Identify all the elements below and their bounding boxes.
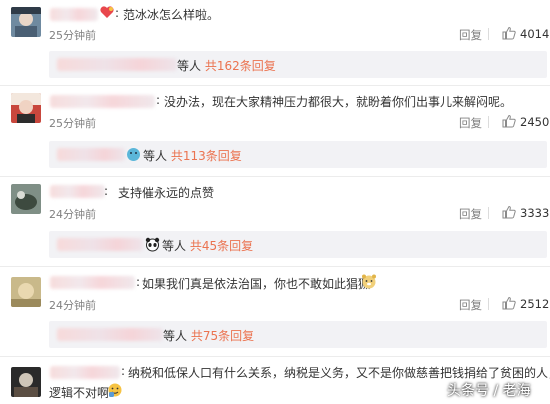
face-emoji-icon — [126, 147, 141, 165]
divider — [488, 298, 489, 310]
colon-separator: : — [104, 184, 109, 198]
comment-text: 如果我们真是依法治国，你也不敢如此猖獗 — [142, 277, 371, 291]
divider — [488, 28, 489, 40]
thumbs-up-icon[interactable] — [502, 26, 516, 40]
reply-suffix: 等人 — [143, 149, 168, 163]
like-count: 2450 — [520, 115, 550, 129]
avatar[interactable] — [11, 184, 41, 214]
like-count: 4014 — [520, 27, 550, 41]
reply-usernames-blurred — [57, 238, 143, 251]
comment-text: 纳税和低保人口有什么关系，纳税是义务，又不是你做慈善把钱捐给了贫困的人， — [128, 366, 550, 380]
comment-text-continued: 逻辑不对啊 — [49, 386, 110, 400]
heart-emoji-icon — [99, 5, 115, 22]
watermark: 头条号 / 老海 — [447, 383, 531, 399]
reply-summary-text: 等人 共113条回复 — [143, 147, 242, 164]
comment-divider — [0, 176, 550, 177]
reply-usernames-blurred — [57, 328, 163, 341]
like-count: 3333 — [520, 206, 550, 220]
view-replies-link[interactable]: 共113条回复 — [171, 149, 242, 163]
reply-summary[interactable]: 等人 共162条回复 — [49, 51, 547, 78]
thumbs-up-icon[interactable] — [502, 205, 516, 219]
username-blurred — [50, 8, 98, 21]
divider — [488, 207, 489, 219]
reply-summary-text: 等人 共75条回复 — [163, 327, 254, 344]
colon-separator: : — [156, 93, 161, 107]
reply-summary[interactable]: 等人 共113条回复 — [49, 141, 547, 168]
reply-button[interactable]: 回复 — [459, 27, 482, 43]
view-replies-link[interactable]: 共45条回复 — [190, 239, 253, 253]
comment-text: 支持催永远的点赞 — [118, 186, 215, 200]
avatar[interactable] — [11, 277, 41, 307]
face-emoji-icon — [107, 382, 123, 401]
reply-usernames-blurred — [57, 58, 177, 71]
reply-usernames-blurred — [57, 148, 125, 161]
divider — [488, 116, 489, 128]
reply-summary[interactable]: 等人 共45条回复 — [49, 231, 547, 258]
view-replies-link[interactable]: 共162条回复 — [205, 59, 276, 73]
username-blurred — [50, 276, 135, 289]
like-count: 2512 — [520, 297, 550, 311]
panda-emoji-icon — [145, 237, 160, 255]
thumbs-up-icon[interactable] — [502, 114, 516, 128]
username-blurred — [50, 366, 120, 379]
reply-summary[interactable]: 等人 共75条回复 — [49, 321, 547, 348]
comment-time: 24分钟前 — [49, 299, 96, 312]
comment-text: 范冰冰怎么样啦。 — [123, 8, 220, 22]
avatar[interactable] — [11, 367, 41, 397]
comment-divider — [0, 266, 550, 267]
comment-text: 没办法，现在大家精神压力都很大，就盼着你们出事儿来解闷呢。 — [164, 95, 513, 109]
username-blurred — [50, 185, 105, 198]
reply-suffix: 等人 — [162, 239, 187, 253]
view-replies-link[interactable]: 共75条回复 — [191, 329, 254, 343]
reply-button[interactable]: 回复 — [459, 115, 482, 131]
avatar[interactable] — [11, 7, 41, 37]
colon-separator: : — [136, 275, 141, 289]
comment-time: 25分钟前 — [49, 29, 96, 42]
comment-time: 25分钟前 — [49, 117, 96, 130]
thumbs-up-icon[interactable] — [502, 296, 516, 310]
reply-summary-text: 等人 共45条回复 — [162, 237, 253, 254]
comment-divider — [0, 85, 550, 86]
reply-suffix: 等人 — [163, 329, 188, 343]
reply-suffix: 等人 — [177, 59, 202, 73]
reply-summary-text: 等人 共162条回复 — [177, 57, 276, 74]
comment-time: 24分钟前 — [49, 208, 96, 221]
colon-separator: : — [121, 364, 126, 378]
reply-button[interactable]: 回复 — [459, 297, 482, 313]
comment-divider — [0, 356, 550, 357]
username-blurred — [50, 95, 155, 108]
colon-separator: : — [115, 6, 120, 20]
reply-button[interactable]: 回复 — [459, 206, 482, 222]
avatar[interactable] — [11, 93, 41, 123]
bear-emoji-icon — [361, 273, 377, 292]
